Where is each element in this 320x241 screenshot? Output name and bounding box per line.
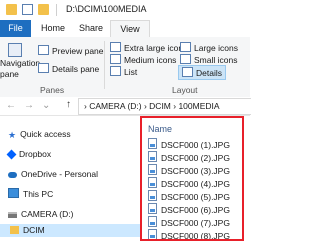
list-icon: [110, 66, 121, 76]
list-button[interactable]: List: [110, 66, 137, 77]
file-row[interactable]: DSCF000 (4).JPG: [148, 177, 230, 190]
nav-item-quick-access[interactable]: ★ Quick access: [8, 128, 71, 141]
folder-icon: [6, 4, 17, 15]
back-icon[interactable]: ←: [6, 100, 16, 111]
medium-icons-label: Medium icons: [124, 55, 177, 65]
dropbox-icon: [6, 149, 17, 160]
nav-item-label: OneDrive - Personal: [21, 169, 99, 179]
preview-pane-label: Preview pane: [52, 46, 104, 56]
nav-item-camera-drive[interactable]: CAMERA (D:): [8, 208, 73, 221]
tab-file[interactable]: File: [0, 20, 31, 37]
navigation-pane-label: Navigation pane: [0, 58, 41, 79]
layout-group-label: Layout: [172, 85, 198, 95]
navigation-pane-icon: [8, 43, 22, 57]
image-file-icon: [148, 177, 157, 188]
medium-icons-icon: [110, 54, 121, 64]
preview-pane-icon: [38, 45, 49, 55]
nav-item-dropbox[interactable]: Dropbox: [6, 148, 52, 161]
small-icons-label: Small icons: [194, 55, 238, 65]
image-file-icon: [148, 138, 157, 149]
nav-item-label: Quick access: [20, 129, 71, 139]
cloud-icon: [8, 172, 17, 178]
file-name: DSCF000 (3).JPG: [161, 166, 230, 176]
folder-icon: [10, 226, 19, 234]
divider: [56, 4, 57, 16]
ribbon-tabs: File Home Share View: [0, 20, 250, 38]
nav-item-label: Dropbox: [19, 149, 52, 159]
tab-share[interactable]: Share: [74, 20, 108, 37]
file-row[interactable]: DSCF000 (7).JPG: [148, 216, 230, 229]
nav-item-onedrive[interactable]: OneDrive - Personal: [8, 168, 98, 181]
image-file-icon: [148, 229, 157, 239]
file-row[interactable]: DSCF000 (8).JPG: [148, 229, 230, 241]
nav-item-label: DCIM: [23, 225, 45, 235]
image-file-icon: [148, 151, 157, 162]
file-name: DSCF000 (7).JPG: [161, 218, 230, 228]
image-file-icon: [148, 203, 157, 214]
file-row[interactable]: DSCF000 (3).JPG: [148, 164, 230, 177]
new-folder-icon[interactable]: [38, 4, 49, 15]
title-bar: D:\DCIM\100MEDIA: [0, 0, 250, 21]
properties-icon[interactable]: [22, 4, 33, 15]
address-bar-row: ← → ⌄ ↑ › CAMERA (D:) › DCIM › 100MEDIA: [0, 97, 251, 116]
nav-item-dcim[interactable]: DCIM: [0, 224, 140, 237]
file-row[interactable]: DSCF000 (5).JPG: [148, 190, 230, 203]
large-icons-icon: [180, 42, 191, 52]
small-icons-button[interactable]: Small icons: [180, 54, 237, 65]
file-row[interactable]: DSCF000 (2).JPG: [148, 151, 230, 164]
preview-pane-button[interactable]: Preview pane: [38, 45, 104, 56]
file-name: DSCF000 (4).JPG: [161, 179, 230, 189]
computer-icon: [8, 188, 19, 198]
tab-view[interactable]: View: [110, 20, 150, 38]
large-icons-button[interactable]: Large icons: [180, 42, 238, 53]
image-file-icon: [148, 216, 157, 227]
column-header-name[interactable]: Name: [148, 124, 172, 134]
nav-item-this-pc[interactable]: This PC: [8, 188, 53, 201]
recent-locations-icon[interactable]: ⌄: [42, 100, 50, 111]
extra-large-icons-icon: [110, 42, 121, 52]
nav-item-label: CAMERA (D:): [21, 209, 74, 219]
file-name: DSCF000 (5).JPG: [161, 192, 230, 202]
image-file-icon: [148, 164, 157, 175]
panes-group-label: Panes: [40, 85, 65, 95]
list-label: List: [124, 67, 138, 77]
details-view-button[interactable]: Details: [178, 65, 226, 80]
extra-large-icons-label: Extra large icons: [124, 43, 188, 53]
image-file-icon: [148, 190, 157, 201]
window-title: D:\DCIM\100MEDIA: [66, 4, 147, 14]
drive-icon: [8, 212, 17, 218]
details-pane-label: Details pane: [52, 64, 100, 74]
extra-large-icons-button[interactable]: Extra large icons: [110, 42, 187, 53]
small-icons-icon: [180, 54, 191, 64]
navigation-pane: ★ Quick access Dropbox OneDrive - Persona…: [0, 116, 140, 241]
file-row[interactable]: DSCF000 (6).JPG: [148, 203, 230, 216]
details-view-label: Details: [196, 68, 222, 78]
file-name: DSCF000 (6).JPG: [161, 205, 230, 215]
divider: [104, 41, 105, 89]
details-pane-icon: [38, 63, 49, 73]
details-pane-button[interactable]: Details pane: [38, 63, 99, 74]
ribbon: Navigation pane Preview pane Details pan…: [0, 37, 250, 98]
forward-icon[interactable]: →: [24, 100, 34, 111]
star-icon: ★: [8, 130, 17, 140]
tab-home[interactable]: Home: [34, 20, 72, 37]
navigation-pane-button[interactable]: Navigation pane: [0, 43, 40, 80]
medium-icons-button[interactable]: Medium icons: [110, 54, 176, 65]
file-row[interactable]: DSCF000 (1).JPG: [148, 138, 230, 151]
large-icons-label: Large icons: [194, 43, 238, 53]
breadcrumb[interactable]: › CAMERA (D:) › DCIM › 100MEDIA: [84, 101, 220, 111]
file-name: DSCF000 (8).JPG: [161, 231, 230, 241]
file-name: DSCF000 (1).JPG: [161, 140, 230, 150]
file-name: DSCF000 (2).JPG: [161, 153, 230, 163]
file-list: Name DSCF000 (1).JPG DSCF000 (2).JPG DSC…: [140, 116, 244, 241]
nav-item-label: This PC: [23, 189, 54, 199]
details-view-icon: [182, 67, 193, 77]
up-icon[interactable]: ↑: [66, 99, 71, 110]
